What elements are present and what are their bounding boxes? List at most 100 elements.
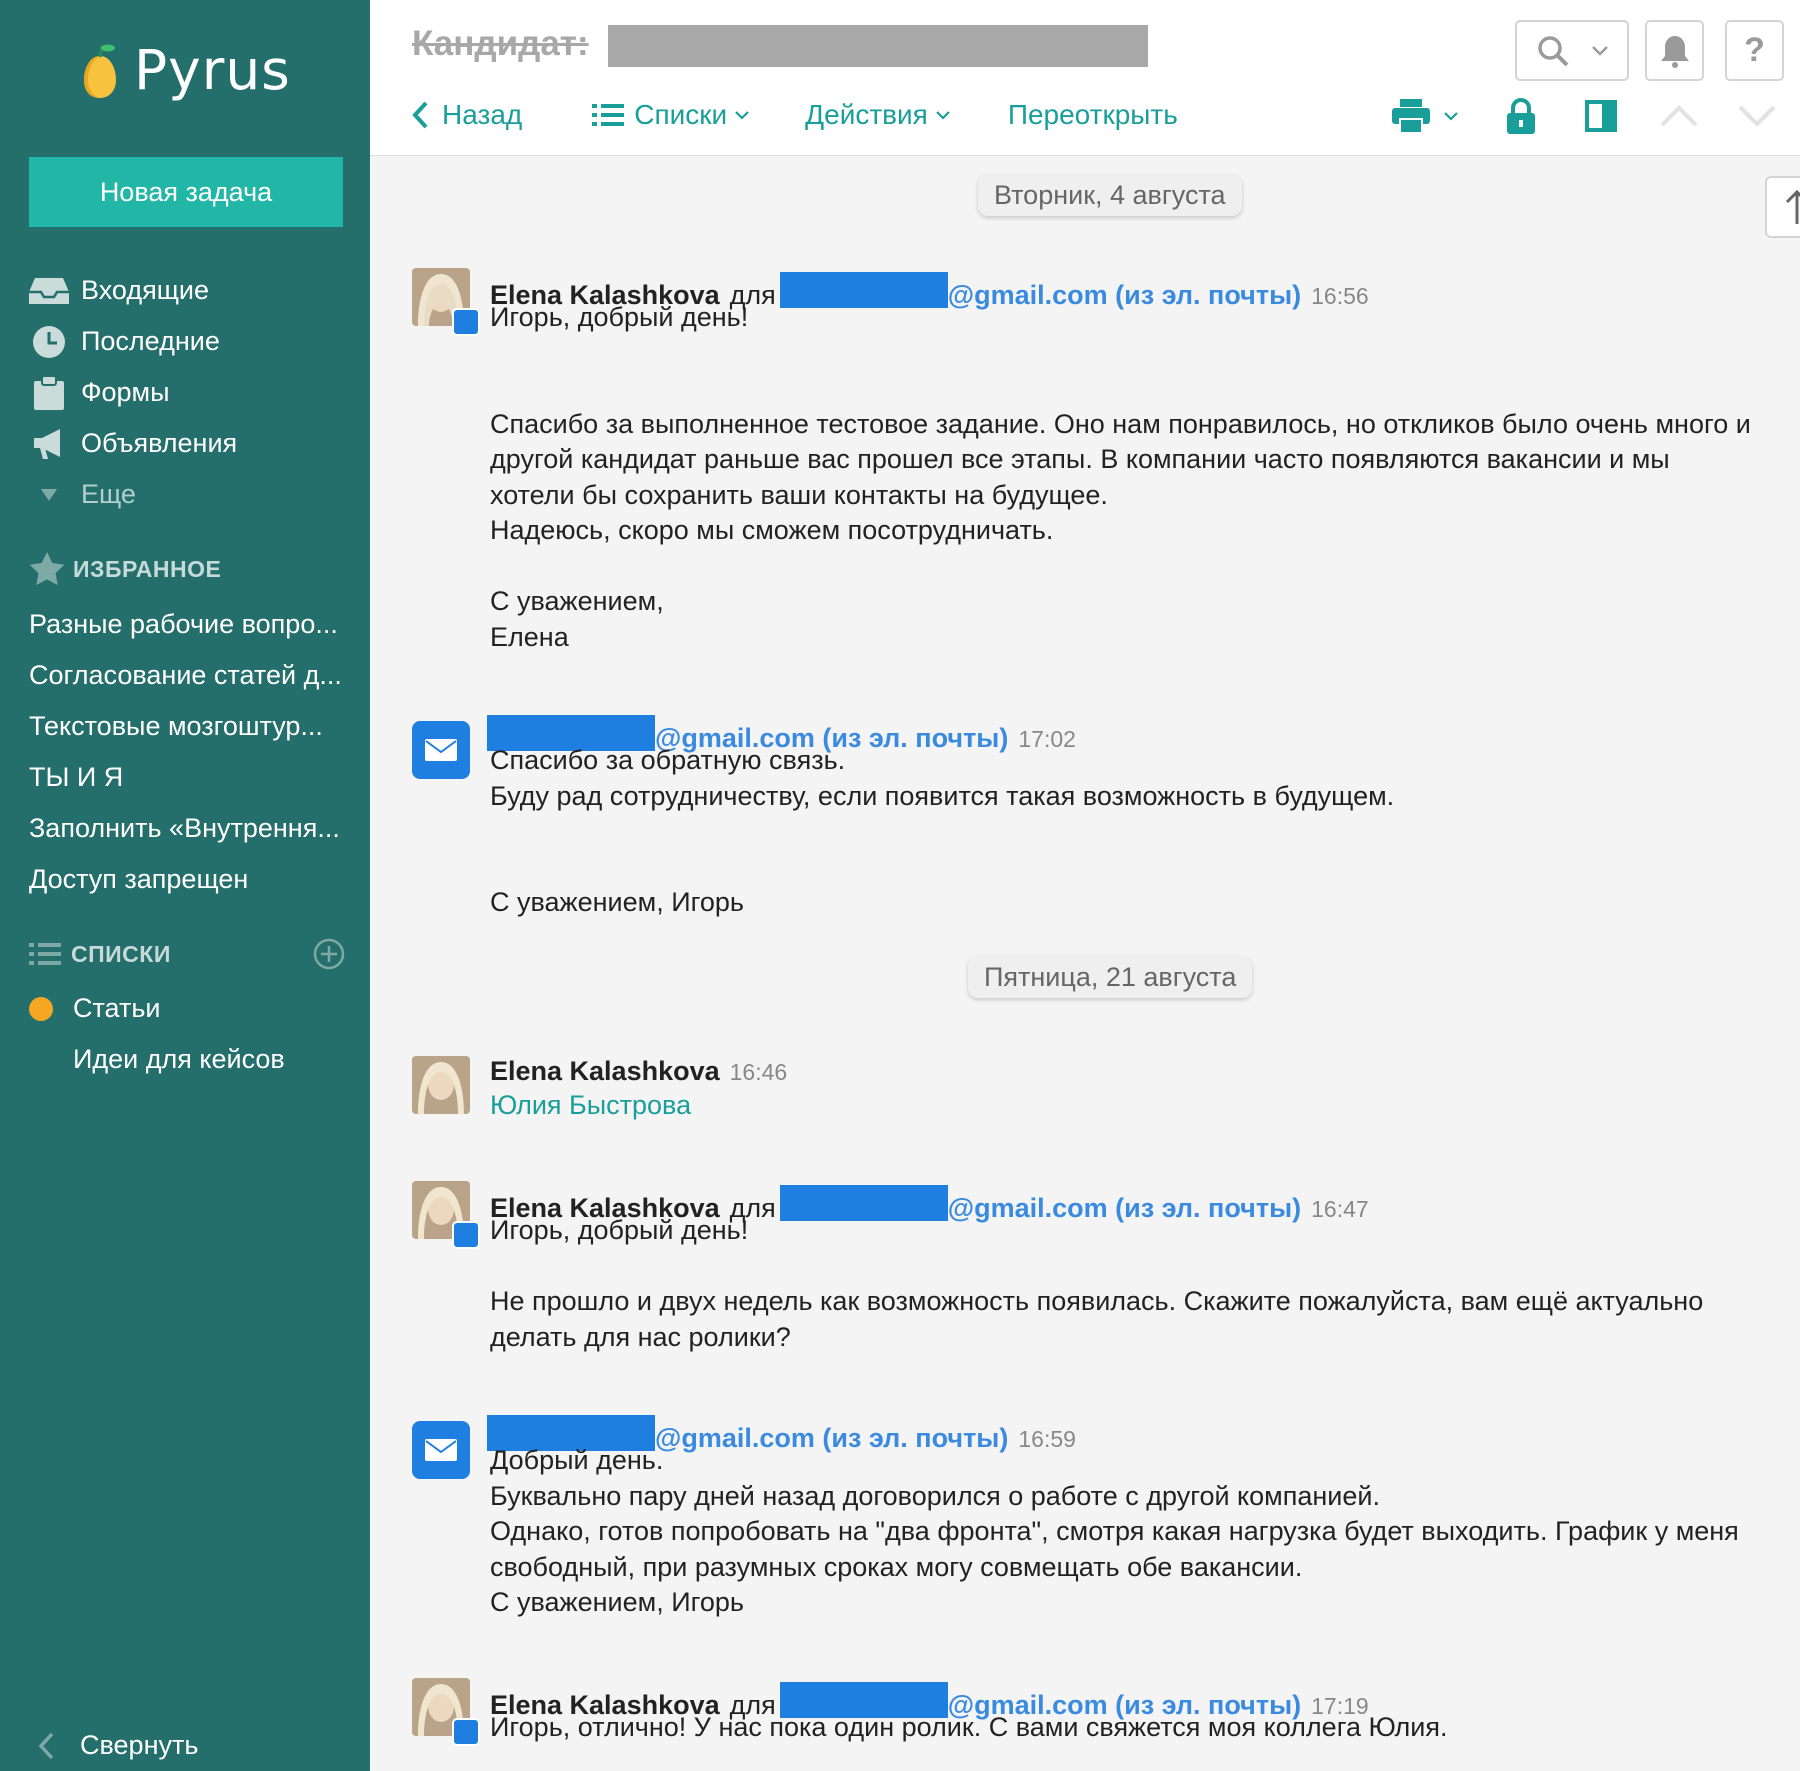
comment-text: Добрый день. Буквально пару дней назад д… — [490, 1445, 1739, 1617]
sidebar-item-announcements[interactable]: Объявления — [29, 418, 349, 469]
notifications-button[interactable] — [1645, 20, 1704, 81]
sidebar-item-recent[interactable]: Последние — [29, 316, 349, 367]
task-toolbar: Назад Списки Действия Переоткрыть — [412, 94, 1178, 136]
search-dropdown-button[interactable] — [1515, 20, 1629, 81]
lock-button[interactable] — [1507, 96, 1535, 136]
pear-logo-icon — [84, 44, 116, 98]
email-sender-avatar — [412, 1421, 470, 1479]
arrow-up-icon — [1785, 189, 1800, 224]
star-icon — [29, 552, 65, 586]
brand-logo[interactable]: Pyrus — [80, 38, 291, 102]
comment-text: Игорь, отлично! У нас пока один ролик. С… — [490, 1712, 1448, 1742]
back-button[interactable]: Назад — [412, 99, 522, 131]
task-header: Кандидат: ? Назад Списки Действия Переот… — [370, 0, 1800, 156]
title-redaction — [608, 25, 1148, 67]
list-item-label: Идеи для кейсов — [73, 1044, 285, 1074]
chevron-down-icon — [735, 110, 749, 120]
lists-label: Списки — [634, 99, 728, 130]
chevron-up-icon — [1660, 105, 1698, 127]
search-icon — [1538, 35, 1569, 66]
mentioned-user-link[interactable]: Юлия Быстрова — [490, 1088, 1800, 1124]
email-sender-avatar — [412, 721, 470, 779]
bell-icon — [1660, 35, 1689, 68]
favorites-heading: ИЗБРАННОЕ — [29, 552, 221, 586]
reopen-button[interactable]: Переоткрыть — [1008, 99, 1178, 131]
chevron-left-icon — [38, 1732, 54, 1759]
author-name[interactable]: Elena Kalashkova — [490, 1056, 720, 1087]
actions-menu-button[interactable]: Действия — [805, 99, 950, 131]
list-item-case-ideas[interactable]: Идеи для кейсов — [29, 1034, 349, 1085]
favorites-list: Разные рабочие вопро... Согласование ста… — [29, 599, 359, 905]
comment-text: Игорь, добрый день! Не прошло и двух нед… — [490, 1215, 1704, 1352]
sidebar: Pyrus Новая задача Входящие Последние Фо… — [0, 0, 370, 1771]
back-label: Назад — [442, 99, 523, 130]
lists-title: СПИСКИ — [71, 940, 171, 967]
email-badge-icon — [452, 1221, 480, 1249]
panel-icon — [1585, 100, 1617, 132]
chevron-down-icon — [1444, 111, 1458, 121]
list-icon — [29, 943, 61, 965]
collapse-label: Свернуть — [80, 1730, 199, 1760]
print-button[interactable] — [1392, 96, 1458, 136]
list-icon — [592, 104, 625, 126]
lists-heading: СПИСКИ — [29, 938, 345, 970]
date-separator: Вторник, 4 августа — [978, 174, 1242, 216]
comment-time: 16:46 — [729, 1059, 788, 1085]
chevron-down-icon — [29, 477, 69, 513]
sidebar-item-more[interactable]: Еще — [29, 469, 349, 520]
scroll-top-button[interactable] — [1765, 176, 1800, 238]
toggle-panel-button[interactable] — [1585, 96, 1617, 136]
favorite-item[interactable]: Текстовые мозгоштур... — [29, 701, 359, 752]
list-item-label: Статьи — [73, 993, 161, 1023]
sidebar-item-label: Формы — [81, 377, 170, 407]
clock-icon — [29, 324, 69, 360]
chevron-down-icon — [936, 110, 950, 120]
email-badge-icon — [452, 308, 480, 336]
lists-menu-button[interactable]: Списки — [592, 99, 749, 131]
sidebar-nav: Входящие Последние Формы Объявления Еще — [29, 265, 349, 520]
add-list-icon[interactable] — [313, 938, 345, 970]
lock-icon — [1507, 98, 1535, 134]
email-badge-icon — [452, 1718, 480, 1746]
favorite-item[interactable]: ТЫ И Я — [29, 752, 359, 803]
brand-name: Pyrus — [134, 38, 291, 102]
clipboard-icon — [29, 375, 69, 411]
printer-icon — [1392, 99, 1430, 133]
comment-text: Игорь, добрый день! Спасибо за выполненн… — [490, 302, 1751, 652]
sidebar-item-label: Последние — [81, 326, 220, 356]
help-button[interactable]: ? — [1725, 20, 1784, 81]
favorite-item[interactable]: Согласование статей д... — [29, 650, 359, 701]
question-icon: ? — [1744, 31, 1765, 69]
actions-label: Действия — [805, 99, 928, 130]
date-separator: Пятница, 21 августа — [968, 956, 1253, 998]
previous-task-button[interactable] — [1660, 96, 1698, 136]
comments-feed: Вторник, 4 августа Elena Kalashkova для … — [370, 156, 1800, 1771]
chevron-left-icon — [412, 101, 428, 129]
favorites-title: ИЗБРАННОЕ — [73, 555, 222, 582]
avatar[interactable] — [412, 1056, 470, 1114]
user-photo-icon — [412, 1056, 470, 1114]
sidebar-item-inbox[interactable]: Входящие — [29, 265, 349, 316]
envelope-icon — [425, 1439, 457, 1461]
collapse-sidebar-button[interactable]: Свернуть — [38, 1730, 198, 1761]
chevron-down-icon — [1738, 105, 1776, 127]
lists-list: Статьи Идеи для кейсов — [29, 983, 349, 1085]
sidebar-item-label: Объявления — [81, 428, 238, 458]
envelope-icon — [425, 739, 457, 761]
comment-header: Elena Kalashkova 16:46 — [490, 1056, 787, 1087]
new-task-button[interactable]: Новая задача — [29, 157, 343, 227]
sidebar-item-label: Входящие — [81, 275, 210, 305]
sidebar-item-forms[interactable]: Формы — [29, 367, 349, 418]
megaphone-icon — [29, 426, 69, 462]
favorite-item[interactable]: Разные рабочие вопро... — [29, 599, 359, 650]
inbox-icon — [29, 273, 69, 309]
next-task-button[interactable] — [1738, 96, 1776, 136]
favorite-item[interactable]: Заполнить «Внутрення... — [29, 803, 359, 854]
favorite-item[interactable]: Доступ запрещен — [29, 854, 359, 905]
list-item-articles[interactable]: Статьи — [29, 983, 349, 1034]
sidebar-item-label: Еще — [81, 479, 136, 509]
orange-dot-icon — [29, 996, 53, 1021]
task-title: Кандидат: — [412, 24, 589, 63]
comment-text: Спасибо за обратную связь. Буду рад сотр… — [490, 745, 1395, 917]
chevron-down-icon — [1592, 45, 1608, 56]
